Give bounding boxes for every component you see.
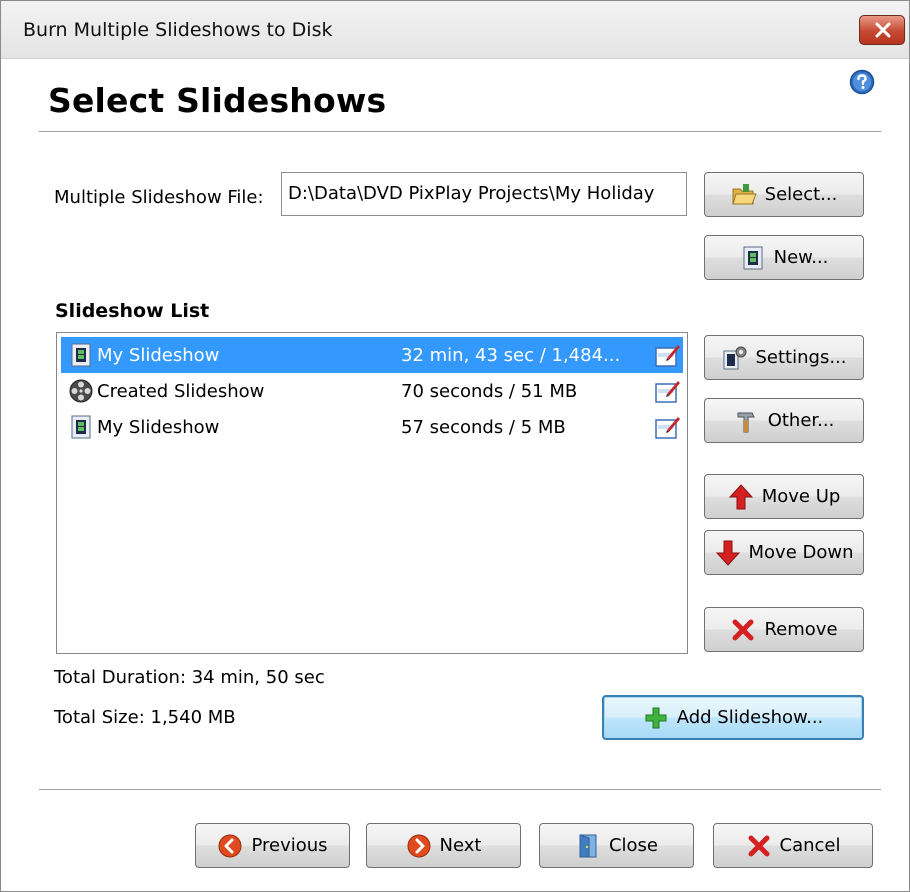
slideshow-info: 57 seconds / 5 MB [401, 416, 566, 438]
close-button[interactable]: Close [539, 823, 694, 868]
slideshow-list-heading: Slideshow List [55, 300, 210, 322]
file-label: Multiple Slideshow File: [54, 187, 264, 208]
green-plus-icon [643, 705, 669, 731]
remove-button[interactable]: Remove [704, 607, 864, 652]
move-up-label: Move Up [761, 486, 841, 507]
footer-divider [39, 789, 881, 790]
previous-label: Previous [251, 835, 328, 856]
slideshow-file-value: D:\Data\DVD PixPlay Projects\My Holiday [288, 183, 655, 204]
total-duration: Total Duration: 34 min, 50 sec [54, 667, 325, 688]
title-bar[interactable]: Burn Multiple Slideshows to Disk [1, 1, 909, 59]
edit-slideshow-icon[interactable] [655, 414, 681, 440]
cancel-button[interactable]: Cancel [713, 823, 873, 868]
slideshow-name: Created Slideshow [97, 380, 265, 402]
film-doc-icon [67, 413, 95, 441]
edit-slideshow-icon[interactable] [655, 342, 681, 368]
help-icon[interactable] [849, 69, 875, 95]
arrow-down-icon [715, 540, 741, 566]
film-doc-icon [740, 245, 766, 271]
dialog-window: Burn Multiple Slideshows to Disk Select … [0, 0, 910, 892]
select-label: Select... [764, 184, 838, 205]
previous-arrow-icon [217, 833, 243, 859]
close-icon [875, 22, 891, 38]
list-item[interactable]: My Slideshow 32 min, 43 sec / 1,484... [61, 337, 683, 373]
tools-icon [734, 408, 760, 434]
settings-gear-icon [722, 345, 748, 371]
list-item[interactable]: My Slideshow 57 seconds / 5 MB [61, 409, 683, 445]
next-button[interactable]: Next [366, 823, 521, 868]
red-x-icon [746, 833, 772, 859]
select-button[interactable]: Select... [704, 172, 864, 217]
close-label: Close [608, 835, 659, 856]
door-icon [575, 833, 601, 859]
edit-slideshow-icon[interactable] [655, 378, 681, 404]
next-arrow-icon [406, 833, 432, 859]
header-divider [39, 131, 881, 132]
slideshow-file-field[interactable]: D:\Data\DVD PixPlay Projects\My Holiday [281, 172, 687, 216]
settings-button[interactable]: Settings... [704, 335, 864, 380]
settings-label: Settings... [755, 347, 847, 368]
move-down-label: Move Down [748, 542, 854, 563]
slideshow-info: 70 seconds / 51 MB [401, 380, 578, 402]
add-slideshow-label: Add Slideshow... [676, 707, 824, 728]
film-reel-icon [67, 377, 95, 405]
other-button[interactable]: Other... [704, 398, 864, 443]
folder-open-icon [731, 182, 757, 208]
arrow-up-icon [728, 483, 754, 510]
slideshow-list[interactable]: My Slideshow 32 min, 43 sec / 1,484... C… [56, 332, 688, 654]
total-size: Total Size: 1,540 MB [54, 707, 236, 728]
move-up-button[interactable]: Move Up [704, 474, 864, 519]
list-item[interactable]: Created Slideshow 70 seconds / 51 MB [61, 373, 683, 409]
add-slideshow-button[interactable]: Add Slideshow... [602, 695, 864, 740]
other-label: Other... [767, 410, 835, 431]
next-label: Next [439, 835, 482, 856]
previous-button[interactable]: Previous [195, 823, 350, 868]
film-doc-icon [67, 341, 95, 369]
page-title: Select Slideshows [48, 81, 387, 120]
move-down-button[interactable]: Move Down [704, 530, 864, 575]
slideshow-name: My Slideshow [97, 416, 220, 438]
new-label: New... [773, 247, 829, 268]
red-x-icon [730, 617, 756, 643]
slideshow-name: My Slideshow [97, 344, 220, 366]
window-title: Burn Multiple Slideshows to Disk [23, 19, 333, 41]
slideshow-info: 32 min, 43 sec / 1,484... [401, 344, 621, 366]
window-close-button[interactable] [859, 15, 905, 45]
cancel-label: Cancel [779, 835, 841, 856]
new-button[interactable]: New... [704, 235, 864, 280]
remove-label: Remove [764, 619, 838, 640]
